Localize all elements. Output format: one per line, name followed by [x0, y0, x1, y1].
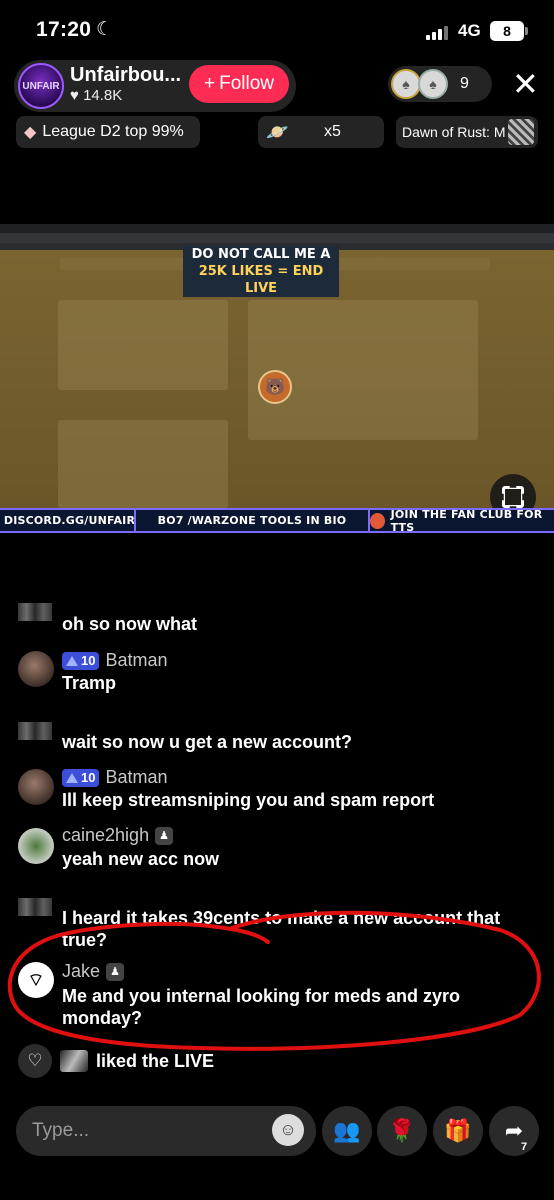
gift-goal-chip[interactable]: 🪐 x5 — [258, 116, 384, 148]
chat-avatar[interactable] — [18, 828, 54, 864]
banner-fanclub: JOIN THE FAN CLUB FOR TTS — [370, 507, 554, 534]
heart-outline-icon[interactable]: ♡ — [18, 1044, 52, 1078]
browser-address-bar — [0, 233, 554, 243]
chat-message-text: Me and you internal looking for meds and… — [62, 986, 461, 1028]
wifi-logo-icon: ⌔ — [27, 969, 45, 990]
heart-icon: ♥ — [70, 87, 79, 104]
viewer-count: 9 — [460, 75, 469, 92]
status-time: 17:20 — [36, 18, 92, 41]
chat-username[interactable]: 10 Batman — [62, 767, 168, 788]
site-panel — [58, 300, 228, 390]
level-badge: 10 — [62, 651, 100, 670]
banner-discord: DISCORD.GG/UNFAIR — [0, 510, 136, 531]
battery-icon: 8 — [490, 21, 528, 41]
host-likes-count: 14.8K — [83, 87, 123, 104]
diamond-icon: ◆ — [24, 124, 37, 141]
game-chip[interactable]: Dawn of Rust: M — [396, 116, 538, 148]
league-chip[interactable]: ◆ League D2 top 99% — [16, 116, 200, 148]
bear-icon: 🐻 — [258, 370, 292, 404]
site-panel — [58, 420, 228, 508]
gift-icon: 🎁 — [444, 1118, 472, 1143]
chat-message-text: wait so now u get a new account? — [62, 732, 353, 752]
chat-avatar[interactable] — [18, 722, 52, 740]
liked-text: liked the LIVE — [96, 1050, 215, 1071]
rose-icon: 🌹 — [388, 1118, 416, 1143]
level-number: 10 — [81, 770, 96, 785]
browser-tabs — [0, 224, 554, 233]
chat-message-text: I heard it takes 39cents to make a new a… — [62, 908, 501, 950]
multi-guest-button[interactable]: 👥 — [322, 1106, 372, 1156]
plus-icon: + — [203, 73, 216, 94]
subscriber-badge-icon: ♟ — [106, 962, 125, 981]
chat-avatar[interactable] — [18, 769, 54, 805]
chat-username[interactable]: 10 Batman — [62, 650, 168, 671]
banner-discord-text: DISCORD.GG/UNFAIR — [3, 514, 136, 527]
signal-icon — [426, 24, 448, 40]
close-icon[interactable]: ✕ — [512, 66, 539, 102]
banner-tools: BO7 /WARZONE TOOLS IN BIO — [134, 510, 370, 531]
gift-button[interactable]: 🎁 — [433, 1106, 483, 1156]
stream-banner: DISCORD.GG/UNFAIR BO7 /WARZONE TOOLS IN … — [0, 507, 554, 534]
level-number: 10 — [81, 653, 96, 668]
chat-message-text: yeah new acc now — [62, 849, 220, 869]
fullscreen-icon — [502, 486, 524, 508]
chat-username-text: Batman — [105, 650, 168, 670]
liker-avatar — [60, 1050, 88, 1072]
host-likes: ♥ 14.8K — [70, 87, 122, 104]
game-icon — [508, 119, 534, 145]
chat-avatar[interactable]: ⌔ — [18, 962, 54, 998]
chat-username[interactable]: Jake ♟ — [62, 961, 125, 982]
people-icon: 👥 — [333, 1118, 361, 1143]
chat-username-text: caine2high — [62, 825, 150, 845]
chat-avatar[interactable] — [18, 603, 52, 621]
network-type: 4G — [458, 21, 481, 40]
moon-icon: ☾ — [96, 19, 114, 40]
chat-username[interactable]: caine2high ♟ — [62, 825, 174, 846]
subscriber-badge-icon: ♟ — [155, 826, 174, 845]
chat-username-text: Jake — [62, 961, 101, 981]
chat-username-text: Batman — [105, 767, 168, 787]
share-count: 7 — [521, 1141, 528, 1153]
level-icon — [66, 655, 78, 666]
level-badge: 10 — [62, 768, 100, 787]
chat-message-text: oh so now what — [62, 614, 197, 634]
liked-notification: ♡ liked the LIVE — [18, 1044, 214, 1078]
game-label: Dawn of Rust: M — [402, 124, 506, 140]
stream-overlay-line2: 25K LIKES = END LIVE — [183, 263, 339, 297]
chat-avatar[interactable] — [18, 898, 52, 916]
follow-button[interactable]: + Follow — [189, 65, 289, 103]
planet-icon: 🪐 — [266, 121, 289, 142]
viewer-avatar[interactable]: ♠ — [418, 69, 448, 99]
chat-message-text: Tramp — [62, 673, 117, 693]
host-avatar-text: UNFAIR — [22, 80, 60, 92]
host-avatar[interactable]: UNFAIR — [18, 63, 64, 109]
viewer-avatar[interactable]: ♠ — [391, 69, 421, 99]
host-name: Unfairbou... — [70, 64, 182, 86]
status-bar: 17:20 ☾ 4G 8 — [0, 0, 554, 62]
fanclub-icon — [370, 512, 385, 529]
rose-gift-button[interactable]: 🌹 — [377, 1106, 427, 1156]
league-label: League D2 top 99% — [42, 123, 184, 140]
emoji-icon[interactable]: ☺ — [272, 1114, 304, 1146]
follow-label: Follow — [219, 73, 274, 94]
banner-fanclub-text: JOIN THE FAN CLUB FOR TTS — [390, 507, 543, 534]
chat-avatar[interactable] — [18, 651, 54, 687]
site-panel — [248, 300, 478, 440]
gift-count: x5 — [324, 123, 341, 140]
share-button[interactable]: ➦ — [489, 1106, 539, 1156]
level-icon — [66, 772, 78, 783]
comment-placeholder: Type... — [32, 1120, 90, 1141]
chat-message-text: Ill keep streamsniping you and spam repo… — [62, 790, 435, 810]
